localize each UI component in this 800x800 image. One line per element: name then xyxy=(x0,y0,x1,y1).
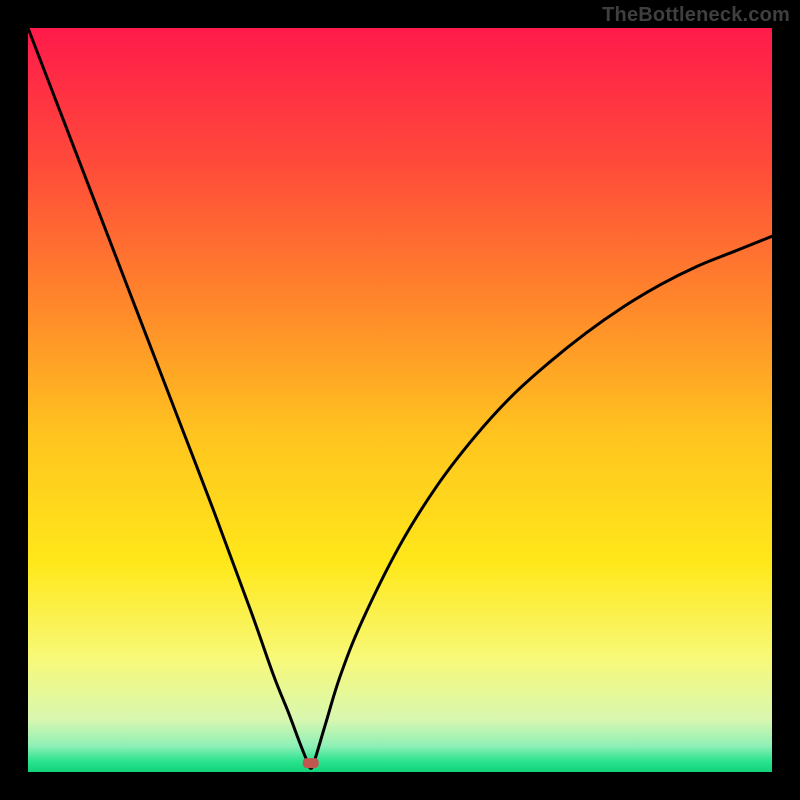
optimum-marker xyxy=(303,758,319,768)
gradient-background xyxy=(28,28,772,772)
bottleneck-chart xyxy=(28,28,772,772)
watermark-text: TheBottleneck.com xyxy=(602,4,790,27)
chart-frame: TheBottleneck.com xyxy=(0,0,800,800)
plot-area xyxy=(28,28,772,772)
